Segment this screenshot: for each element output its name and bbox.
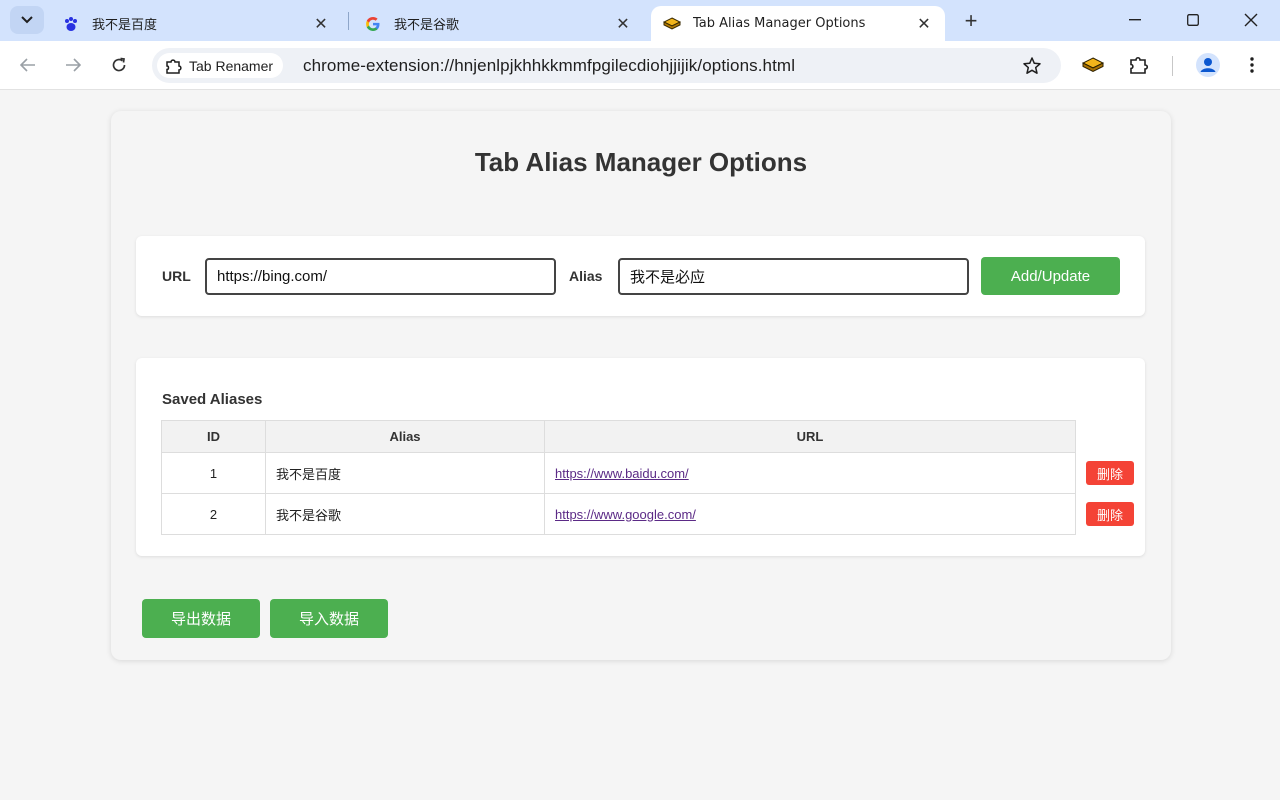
close-tab-icon[interactable]: ✕ — [915, 15, 933, 33]
forward-arrow-icon[interactable] — [59, 51, 87, 79]
add-update-button[interactable]: Add/Update — [981, 257, 1120, 295]
new-tab-plus-icon[interactable]: + — [958, 8, 984, 34]
extension-brick-icon[interactable] — [1079, 51, 1107, 79]
table-row: 1 我不是百度 https://www.baidu.com/ — [161, 452, 1076, 494]
address-bar[interactable]: Tab Renamer chrome-extension://hnjenlpjk… — [152, 48, 1061, 83]
row-id: 2 — [161, 493, 266, 535]
extension-chip[interactable]: Tab Renamer — [157, 53, 284, 78]
alias-label: Alias — [569, 268, 603, 284]
extensions-puzzle-icon[interactable] — [1125, 51, 1153, 79]
tab-baidu[interactable]: 我不是百度 ✕ — [50, 6, 342, 41]
more-menu-icon[interactable] — [1238, 51, 1266, 79]
alias-input[interactable] — [618, 258, 969, 295]
browser-toolbar: Tab Renamer chrome-extension://hnjenlpjk… — [0, 41, 1280, 90]
bookmark-star-icon[interactable] — [1021, 55, 1043, 77]
column-header-url: URL — [544, 420, 1076, 453]
chevron-down-icon — [21, 16, 33, 24]
puzzle-piece-icon — [165, 58, 183, 74]
column-header-id: ID — [161, 420, 266, 453]
saved-aliases-panel: Saved Aliases ID Alias URL 1 我不是百度 https… — [136, 358, 1145, 556]
tab-google[interactable]: 我不是谷歌 ✕ — [352, 6, 644, 41]
url-label: URL — [162, 268, 191, 284]
import-data-button[interactable]: 导入数据 — [270, 599, 388, 638]
aliases-table: ID Alias URL 1 我不是百度 https://www.baidu.c… — [161, 420, 1076, 535]
row-url-link[interactable]: https://www.google.com/ — [555, 507, 696, 522]
extension-brick-icon — [663, 15, 681, 33]
export-data-button[interactable]: 导出数据 — [142, 599, 260, 638]
url-text: chrome-extension://hnjenlpjkhhkkmmfpgile… — [303, 56, 796, 75]
google-g-icon — [364, 15, 382, 33]
table-header-row: ID Alias URL — [161, 420, 1076, 453]
page-title: Tab Alias Manager Options — [474, 147, 808, 177]
tab-options-active[interactable]: Tab Alias Manager Options ✕ — [651, 6, 945, 41]
tab-strip: 我不是百度 ✕ 我不是谷歌 ✕ Tab Alias Manager Option… — [0, 0, 1280, 41]
baidu-paw-icon — [62, 15, 80, 33]
tab-title: 我不是百度 — [92, 18, 158, 33]
tab-search-button[interactable] — [10, 6, 44, 34]
row-id: 1 — [161, 452, 266, 494]
extension-chip-label: Tab Renamer — [189, 57, 274, 74]
reload-icon[interactable] — [105, 51, 133, 79]
minimize-icon[interactable] — [1106, 0, 1164, 40]
back-arrow-icon[interactable] — [14, 51, 42, 79]
close-window-icon[interactable] — [1222, 0, 1280, 40]
options-card: Tab Alias Manager Options URL Alias Add/… — [111, 111, 1171, 660]
profile-avatar-icon[interactable] — [1194, 51, 1222, 79]
add-alias-form: URL Alias Add/Update — [136, 236, 1145, 316]
table-row: 2 我不是谷歌 https://www.google.com/ — [161, 493, 1076, 535]
close-tab-icon[interactable]: ✕ — [614, 15, 632, 33]
saved-aliases-heading: Saved Aliases — [162, 391, 263, 408]
maximize-icon[interactable] — [1164, 0, 1222, 40]
row-url-cell: https://www.baidu.com/ — [544, 452, 1076, 494]
row-url-cell: https://www.google.com/ — [544, 493, 1076, 535]
tab-title: 我不是谷歌 — [394, 18, 460, 33]
row-url-link[interactable]: https://www.baidu.com/ — [555, 466, 689, 481]
close-tab-icon[interactable]: ✕ — [312, 15, 330, 33]
row-alias: 我不是百度 — [265, 452, 545, 494]
delete-button[interactable]: 删除 — [1086, 502, 1134, 526]
tab-title: Tab Alias Manager Options — [693, 16, 866, 31]
url-input[interactable] — [205, 258, 556, 295]
delete-button[interactable]: 删除 — [1086, 461, 1134, 485]
toolbar-divider — [1172, 56, 1173, 76]
tab-divider — [348, 12, 349, 30]
column-header-alias: Alias — [265, 420, 545, 453]
row-alias: 我不是谷歌 — [265, 493, 545, 535]
